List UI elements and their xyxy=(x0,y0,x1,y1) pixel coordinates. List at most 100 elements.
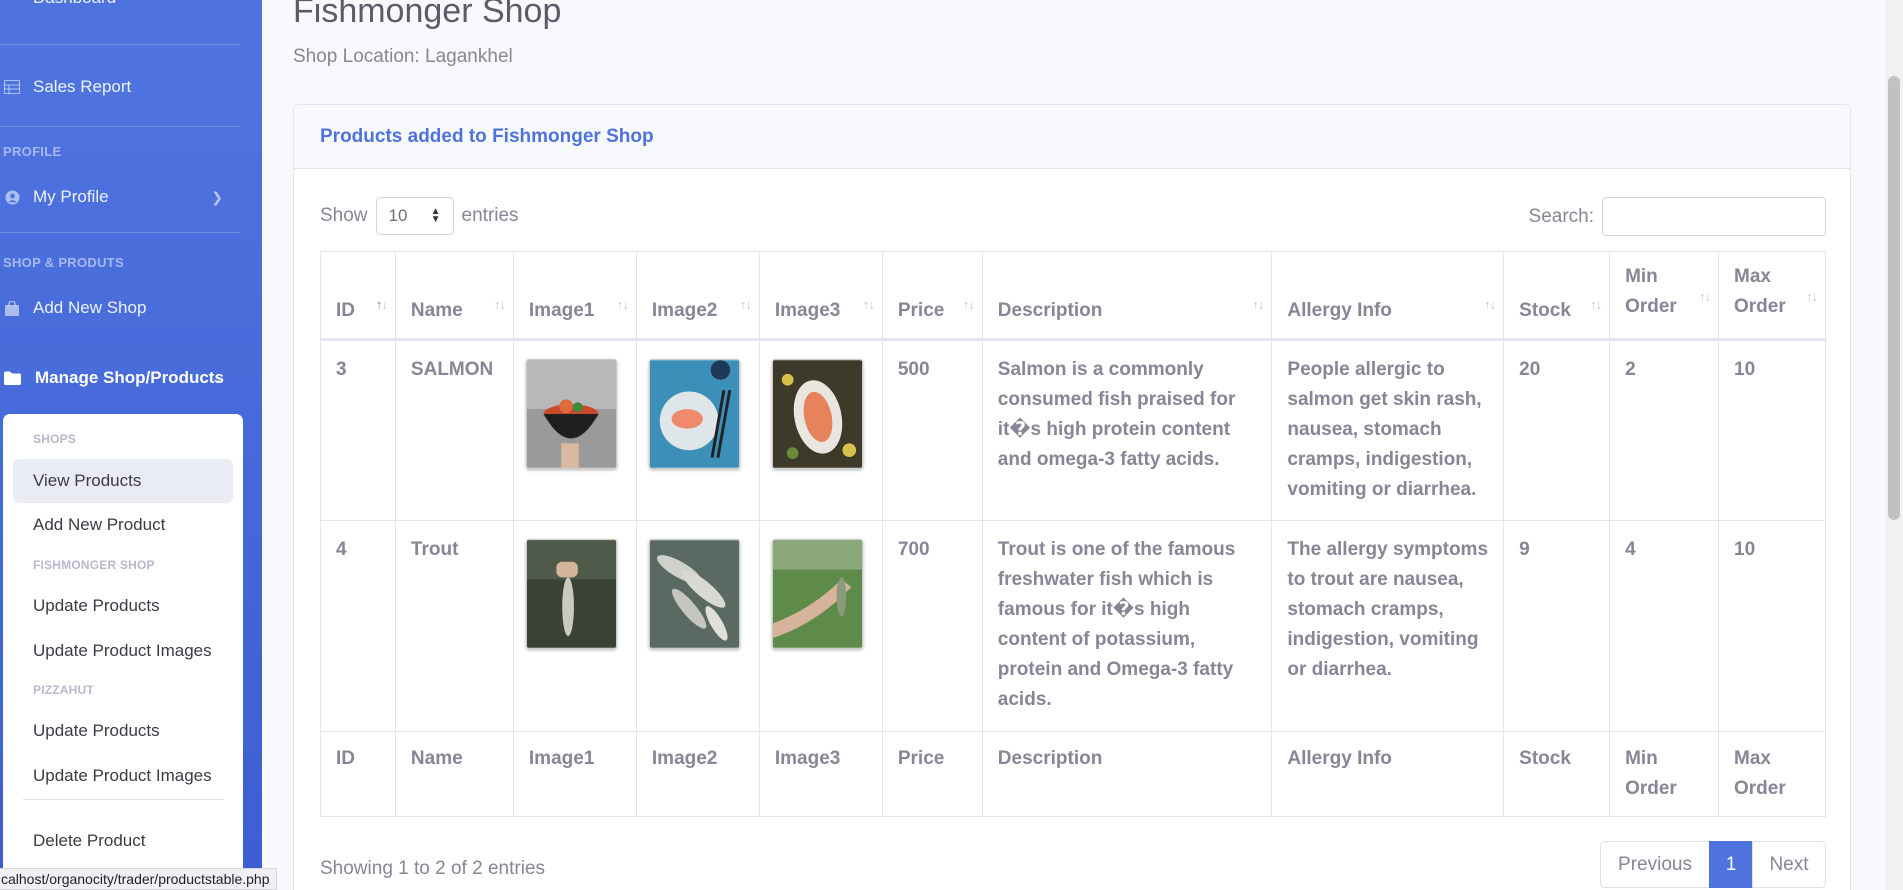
sidebar-heading-profile: PROFILE xyxy=(3,144,62,159)
cell-name: Trout xyxy=(394,520,514,732)
footer-max-order: Max Order xyxy=(1718,731,1826,817)
submenu-item-view-products[interactable]: View Products xyxy=(13,459,233,503)
entries-select-value: 10 xyxy=(388,206,408,225)
cell-description: Trout is one of the famous freshwater fi… xyxy=(981,520,1273,732)
cell-image1 xyxy=(512,520,637,732)
header-label: Allergy Info xyxy=(1287,300,1392,321)
cell-price: 500 xyxy=(881,339,983,521)
cell-stock: 20 xyxy=(1503,339,1611,521)
cell-id: 3 xyxy=(320,339,396,521)
scrollbar-thumb[interactable] xyxy=(1888,76,1900,520)
sidebar-item-dashboard[interactable]: ◔ Dashboard xyxy=(3,0,116,8)
column-header-name[interactable]: Name ↑↓ xyxy=(394,251,514,341)
header-label: Name xyxy=(410,300,463,321)
column-header-image1[interactable]: Image1 ↑↓ xyxy=(512,251,637,341)
footer-image1: Image1 xyxy=(512,731,637,817)
show-label: Show xyxy=(320,205,368,226)
pagination: Previous 1 Next xyxy=(1600,841,1826,888)
column-header-id[interactable]: ID ↑↓ xyxy=(320,251,396,341)
products-table: ID ↑↓ Name ↑↓ Image1 ↑↓ Image2 ↑↓ Image3 ↑↓ P… xyxy=(320,251,1826,817)
salmon-bowl-image xyxy=(525,359,617,469)
sort-icon: ↑↓ xyxy=(1806,289,1818,304)
column-header-max-order[interactable]: Max Order ↑↓ xyxy=(1718,251,1826,341)
entries-length-control: Show 10 ▲ ▼ entries xyxy=(320,197,519,235)
submenu-item-pizza-update-images[interactable]: Update Product Images xyxy=(13,754,233,798)
trout-field-image xyxy=(771,539,863,649)
table-info: Showing 1 to 2 of 2 entries xyxy=(320,858,545,879)
header-label: Image1 xyxy=(528,300,595,321)
sidebar-divider xyxy=(0,44,241,45)
submenu-item-fish-update-images[interactable]: Update Product Images xyxy=(13,629,233,673)
submenu-heading-fishmonger: FISHMONGER SHOP xyxy=(33,558,155,572)
search-input[interactable] xyxy=(1602,197,1826,236)
column-header-allergy[interactable]: Allergy Info ↑↓ xyxy=(1271,251,1505,341)
trout-pile-image xyxy=(648,539,740,649)
search-label: Search: xyxy=(1528,205,1594,227)
cell-id: 4 xyxy=(320,520,396,732)
submenu-item-add-new-product[interactable]: Add New Product xyxy=(13,503,233,547)
sort-icon: ↑↓ xyxy=(493,297,506,312)
next-page-button[interactable]: Next xyxy=(1752,841,1826,888)
page-1-button[interactable]: 1 xyxy=(1709,841,1753,888)
sidebar-divider xyxy=(0,126,241,127)
cell-name: SALMON xyxy=(394,339,514,521)
table-row: 4 Trout 700 Trout is one of the famous f… xyxy=(320,520,1826,732)
folder-icon xyxy=(3,370,21,386)
column-header-price[interactable]: Price ↑↓ xyxy=(881,251,983,341)
sidebar: ◔ Dashboard Sales Report PROFILE My Prof… xyxy=(0,0,262,890)
column-header-image3[interactable]: Image3 ↑↓ xyxy=(758,251,883,341)
sidebar-heading-shop: SHOP & PRODUTS xyxy=(3,255,124,270)
column-header-description[interactable]: Description ↑↓ xyxy=(981,251,1273,341)
sidebar-item-manage-shop-products[interactable]: Manage Shop/Products ⌄ xyxy=(3,368,243,388)
cell-description: Salmon is a commonly consumed fish prais… xyxy=(981,339,1273,521)
header-label: Min Order xyxy=(1625,266,1677,317)
products-card: Products added to Fishmonger Shop Show 1… xyxy=(293,104,1851,890)
cell-image2 xyxy=(635,339,760,521)
submenu-heading-pizzahut: PIZZAHUT xyxy=(33,683,94,697)
sort-icon: ↑↓ xyxy=(862,297,875,312)
submenu-heading-shops: SHOPS xyxy=(33,432,77,446)
sidebar-item-label: Manage Shop/Products xyxy=(35,368,224,387)
dashboard-icon: ◔ xyxy=(3,0,21,6)
page-scrollbar[interactable] xyxy=(1885,0,1903,890)
header-label: Price xyxy=(897,300,945,321)
submenu-item-fish-update-products[interactable]: Update Products xyxy=(13,584,233,628)
sidebar-item-my-profile[interactable]: My Profile ❯ xyxy=(3,187,243,207)
footer-description: Description xyxy=(981,731,1273,817)
header-label: Description xyxy=(997,300,1103,321)
sidebar-item-label: Sales Report xyxy=(33,77,132,96)
cell-image3 xyxy=(758,520,883,732)
sort-icon: ↑↓ xyxy=(1484,297,1496,312)
sidebar-item-sales-report[interactable]: Sales Report xyxy=(3,77,131,97)
cell-min-order: 2 xyxy=(1609,339,1719,521)
submenu-divider xyxy=(23,799,223,800)
table-header-row: ID ↑↓ Name ↑↓ Image1 ↑↓ Image2 ↑↓ Image3 ↑↓ P… xyxy=(320,251,1826,341)
shop-location: Shop Location: Lagankhel xyxy=(293,46,513,67)
entries-select[interactable]: 10 ▲ ▼ xyxy=(375,197,454,235)
footer-name: Name xyxy=(394,731,514,817)
table-search: Search: xyxy=(1529,197,1826,236)
salmon-plate-image xyxy=(648,359,740,469)
table-icon xyxy=(3,79,21,95)
cell-allergy: People allergic to salmon get skin rash,… xyxy=(1271,339,1505,521)
cell-min-order: 4 xyxy=(1609,520,1719,732)
cell-allergy: The allergy symptoms to trout are nausea… xyxy=(1271,520,1505,732)
submenu-item-pizza-update-products[interactable]: Update Products xyxy=(13,709,233,753)
trout-hand-image xyxy=(525,539,617,649)
page-title: Fishmonger Shop xyxy=(293,0,562,30)
column-header-image2[interactable]: Image2 ↑↓ xyxy=(635,251,760,341)
sidebar-item-label: Dashboard xyxy=(33,0,116,8)
previous-page-button[interactable]: Previous xyxy=(1600,841,1710,888)
card-title: Products added to Fishmonger Shop xyxy=(320,125,654,147)
submenu-item-delete-product[interactable]: Delete Product xyxy=(13,819,233,863)
shopping-bag-icon xyxy=(3,300,21,316)
column-header-stock[interactable]: Stock ↑↓ xyxy=(1503,251,1611,341)
column-header-min-order[interactable]: Min Order ↑↓ xyxy=(1609,251,1719,341)
salmon-fillet-image xyxy=(771,359,863,469)
footer-min-order: Min Order xyxy=(1609,731,1719,817)
cell-image1 xyxy=(512,339,637,521)
sidebar-item-add-new-shop[interactable]: Add New Shop xyxy=(3,298,146,318)
cell-max-order: 10 xyxy=(1718,520,1826,732)
header-label: Max Order xyxy=(1734,266,1786,317)
sort-icon: ↑↓ xyxy=(1699,289,1711,304)
